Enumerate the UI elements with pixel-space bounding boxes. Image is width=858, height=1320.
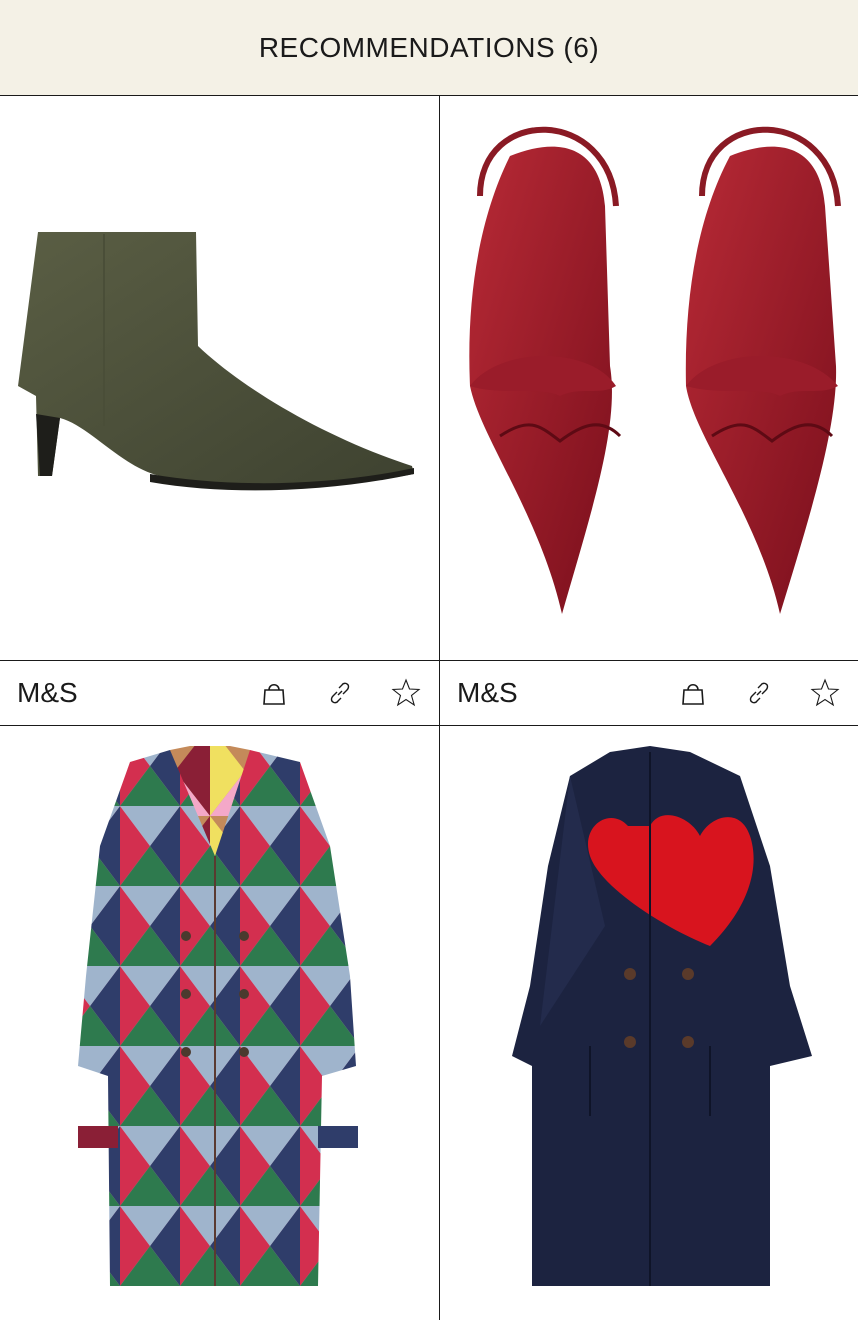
page-title: RECOMMENDATIONS (6) (258, 31, 600, 63)
product-card[interactable] (440, 726, 858, 1320)
product-meta-bar: M&S (440, 660, 858, 726)
star-icon[interactable] (373, 661, 439, 725)
recommendations-header: RECOMMENDATIONS (6) (0, 0, 858, 96)
shopping-bag-icon[interactable] (660, 661, 726, 725)
link-icon[interactable] (726, 661, 792, 725)
product-image-boot[interactable] (0, 96, 439, 660)
brand-label: M&S (17, 677, 78, 708)
product-card[interactable] (0, 726, 439, 1320)
product-meta-bar: M&S (0, 660, 439, 726)
link-icon[interactable] (307, 661, 373, 725)
product-image-flats[interactable] (440, 96, 858, 660)
product-card[interactable]: M&S (0, 96, 439, 726)
product-image-heart-coat[interactable] (440, 726, 858, 1320)
shopping-bag-icon[interactable] (241, 661, 307, 725)
product-image-harlequin-coat[interactable] (0, 726, 439, 1320)
star-icon[interactable] (792, 661, 858, 725)
brand-label: M&S (457, 677, 518, 708)
product-card[interactable]: M&S (440, 96, 858, 726)
product-grid: M&S M&S (0, 96, 858, 1320)
